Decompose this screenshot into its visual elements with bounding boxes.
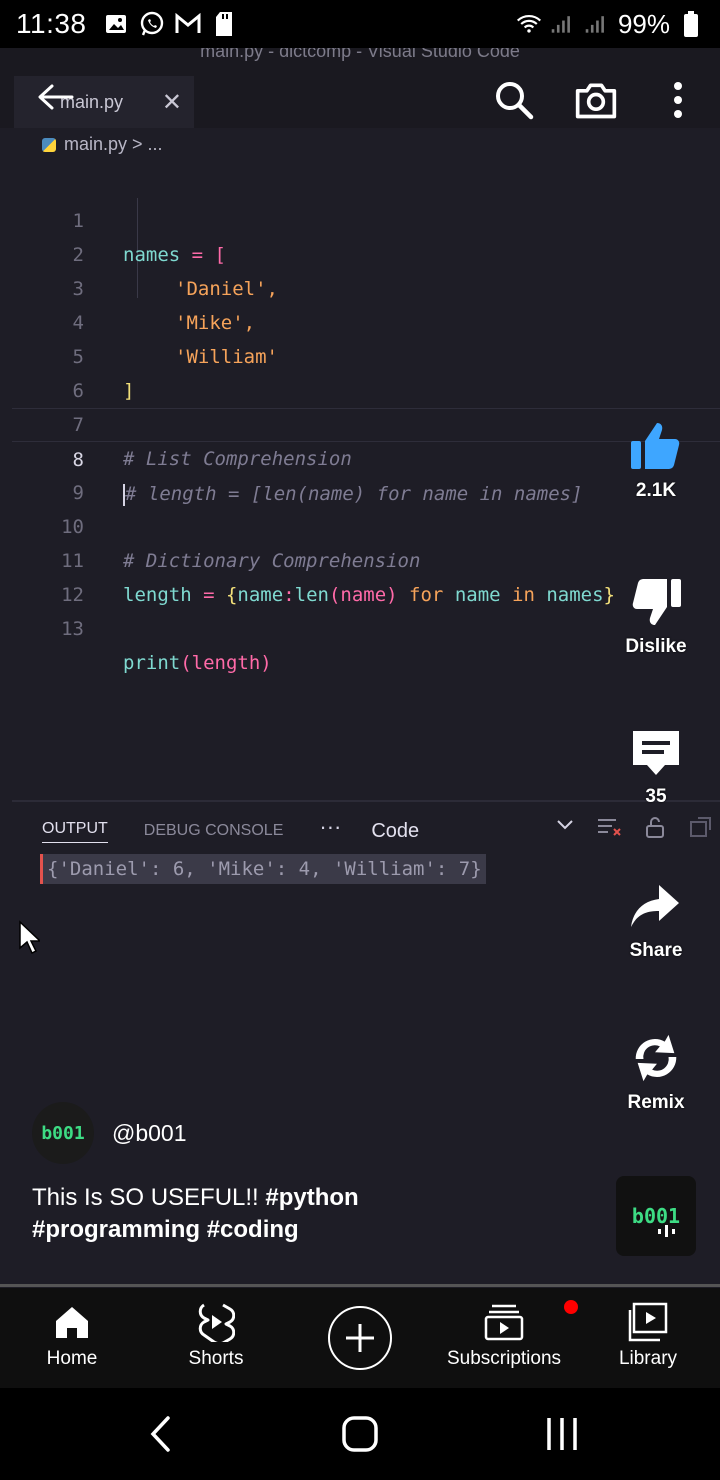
- gallery-icon: [103, 11, 129, 37]
- code-line: 11 length = {name:len(name) for name in …: [12, 510, 720, 606]
- panel-icons: [596, 816, 712, 838]
- back-arrow-icon[interactable]: [36, 82, 74, 112]
- chevron-down-icon: [557, 820, 573, 830]
- channel-avatar[interactable]: b001: [32, 1102, 94, 1164]
- vscode-window-title: main.py - dictcomp - Visual Studio Code: [200, 48, 520, 61]
- code-line: 12: [12, 544, 720, 606]
- code-token: (length): [180, 652, 272, 674]
- panel-more-icon: ···: [319, 814, 342, 839]
- breadcrumb-text: main.py > ...: [64, 134, 163, 154]
- top-action-icons: [492, 78, 700, 122]
- nav-subscriptions[interactable]: Subscriptions: [432, 1300, 578, 1370]
- video-progress-bar[interactable]: [0, 1284, 720, 1287]
- camera-icon[interactable]: [574, 78, 618, 122]
- system-home-icon[interactable]: [340, 1414, 380, 1454]
- caption-text: This Is SO USEFUL!!: [32, 1184, 266, 1211]
- short-video[interactable]: main.py - dictcomp - Visual Studio Code …: [0, 48, 720, 1288]
- line-number: 13: [61, 618, 84, 640]
- plus-icon: [346, 1324, 374, 1352]
- hashtag[interactable]: #coding: [207, 1216, 299, 1243]
- remix-icon: [628, 1030, 684, 1086]
- mouse-pointer-icon: [19, 920, 40, 955]
- nav-library[interactable]: Library: [576, 1300, 720, 1370]
- status-right: 99%: [516, 9, 704, 40]
- status-time: 11:38: [16, 8, 87, 39]
- share-button[interactable]: Share: [600, 878, 712, 962]
- sd-card-icon: [211, 11, 237, 37]
- tab-close-icon: ✕: [161, 89, 182, 116]
- code-line: 5 ]: [12, 306, 720, 402]
- nav-home-label: Home: [46, 1348, 98, 1369]
- comments-button[interactable]: 35: [600, 724, 712, 808]
- system-back-icon[interactable]: [146, 1414, 174, 1454]
- comment-count: 35: [645, 786, 667, 807]
- battery-icon: [678, 11, 704, 37]
- panel-tabs: OUTPUT DEBUG CONSOLE ··· Code: [42, 814, 420, 844]
- status-bar: 11:38 99%: [0, 0, 720, 48]
- code-line: 3 'Mike',: [12, 238, 720, 334]
- signal-icon: [550, 11, 576, 37]
- notification-icons: [103, 11, 237, 37]
- output-text: {'Daniel': 6, 'Mike': 4, 'William': 7}: [40, 854, 486, 884]
- search-icon[interactable]: [492, 78, 536, 122]
- share-icon: [628, 878, 684, 934]
- tab-output: OUTPUT: [42, 820, 108, 843]
- system-recents-icon[interactable]: [544, 1414, 580, 1454]
- channel-info[interactable]: b001 @b001: [32, 1102, 187, 1164]
- more-vert-icon[interactable]: [656, 78, 700, 122]
- nav-shorts-label: Shorts: [188, 1348, 244, 1369]
- signal-icon-2: [584, 11, 610, 37]
- like-count: 2.1K: [635, 480, 677, 501]
- tab-debug-console: DEBUG CONSOLE: [143, 822, 284, 839]
- hashtag[interactable]: #programming: [32, 1216, 200, 1243]
- audio-wave-icon: [658, 1225, 675, 1237]
- code-line: 7 # List Comprehension: [12, 374, 720, 470]
- home-icon: [50, 1300, 94, 1344]
- like-button[interactable]: 2.1K: [600, 418, 712, 502]
- output-channel-select: Code: [371, 819, 420, 842]
- vscode-titlebar: main.py - dictcomp - Visual Studio Code: [0, 48, 720, 76]
- share-label: Share: [629, 940, 683, 961]
- thumbs-up-icon: [628, 418, 684, 474]
- clear-output-icon: [598, 819, 621, 836]
- code-token: print: [123, 652, 181, 674]
- sound-thumbnail[interactable]: b001: [616, 1176, 696, 1256]
- bottom-navigation: Home Shorts Subscriptions Library: [0, 1288, 720, 1388]
- wifi-icon: [516, 11, 542, 37]
- shorts-icon: [194, 1300, 238, 1344]
- whatsapp-icon: [139, 11, 165, 37]
- thumbs-down-icon: [628, 574, 684, 630]
- library-icon: [626, 1300, 670, 1344]
- code-text: print(length): [123, 646, 272, 680]
- channel-handle[interactable]: @b001: [112, 1120, 187, 1147]
- remix-label: Remix: [627, 1092, 685, 1113]
- dislike-button[interactable]: Dislike: [600, 574, 712, 658]
- code-line: 2 'Daniel',: [12, 204, 720, 300]
- comment-icon: [628, 724, 684, 780]
- system-navigation-bar: [0, 1388, 720, 1480]
- nav-shorts[interactable]: Shorts: [144, 1300, 288, 1370]
- dislike-label: Dislike: [625, 636, 687, 657]
- create-button[interactable]: [328, 1306, 392, 1370]
- hashtag[interactable]: #python: [265, 1184, 358, 1211]
- nav-subscriptions-label: Subscriptions: [446, 1348, 562, 1369]
- vscode-breadcrumb: main.py > ...: [42, 134, 163, 155]
- gmail-icon: [175, 11, 201, 37]
- nav-home[interactable]: Home: [0, 1300, 144, 1370]
- code-line: 6: [12, 340, 720, 402]
- maximize-panel-icon: [690, 817, 711, 837]
- code-line: 4 'William': [12, 272, 720, 368]
- python-file-icon: [42, 137, 56, 152]
- code-line: 1 names = [: [12, 170, 720, 266]
- lock-icon: [646, 817, 664, 838]
- subscriptions-icon: [482, 1300, 578, 1344]
- nav-library-label: Library: [618, 1348, 678, 1369]
- remix-button[interactable]: Remix: [600, 1030, 712, 1114]
- video-caption[interactable]: This Is SO USEFUL!! #python #programming…: [32, 1182, 502, 1246]
- battery-level: 99%: [617, 8, 670, 39]
